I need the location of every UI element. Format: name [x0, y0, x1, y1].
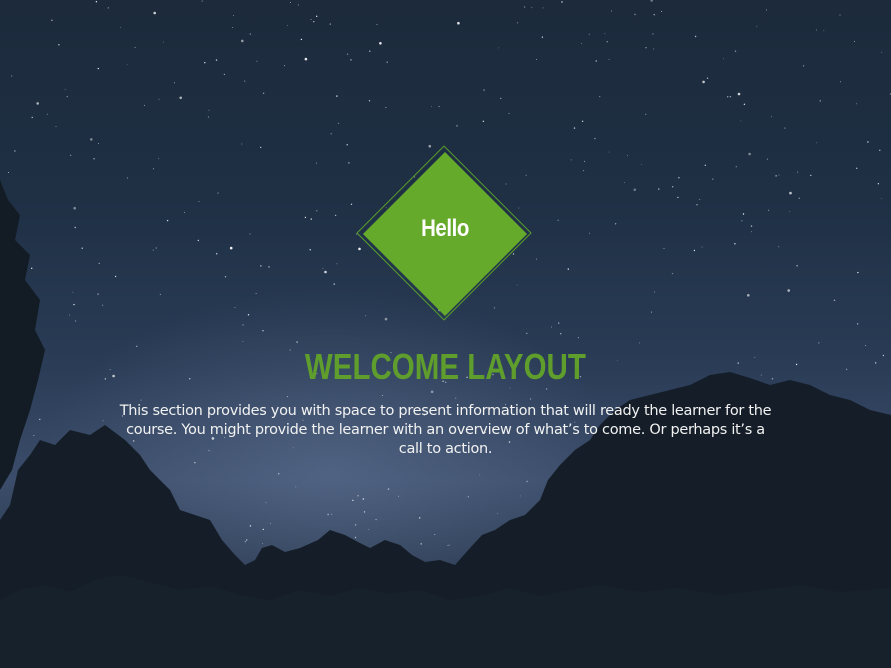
hello-badge: Hello: [356, 145, 534, 323]
intro-text: This section provides you with space to …: [119, 403, 772, 457]
page-title: WELCOME LAYOUT: [304, 346, 586, 387]
night-sky-background: [0, 0, 891, 668]
tree-silhouette: [0, 180, 891, 668]
badge-label: Hello: [421, 215, 469, 242]
